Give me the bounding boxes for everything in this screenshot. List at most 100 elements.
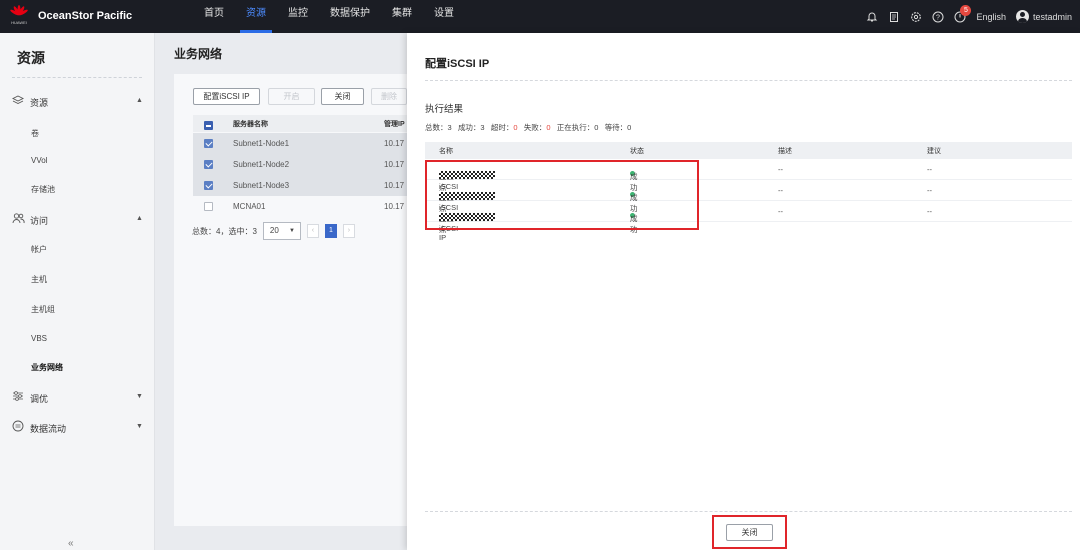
sidebar-group-tuning[interactable]: 调优 ▼: [0, 387, 155, 407]
summary-running: 正在执行：0: [556, 123, 599, 132]
summary-timeout-label: 超时：: [490, 123, 514, 132]
nav-settings[interactable]: 设置: [423, 0, 465, 33]
sidebar-group-data-flow[interactable]: 数据流动 ▼: [0, 417, 155, 437]
nav-monitor[interactable]: 监控: [277, 0, 319, 33]
result-description: --: [778, 186, 783, 195]
sidebar-item-volume[interactable]: 卷: [31, 128, 39, 139]
pagination: 总数：4，选中：3 20 ▼ ‹ 1 ›: [192, 222, 355, 240]
layers-icon: [11, 94, 25, 106]
dialog-footer-divider: [425, 511, 1072, 512]
prev-page-button[interactable]: ‹: [306, 224, 319, 238]
result-suggestion: --: [927, 207, 932, 216]
sidebar-item-host-group[interactable]: 主机组: [31, 304, 55, 315]
server-name: Subnet1-Node1: [233, 139, 290, 148]
gear-icon[interactable]: [910, 11, 922, 23]
summary-waiting: 等待：0: [604, 123, 632, 132]
column-description: 描述: [778, 148, 792, 155]
server-name: Subnet1-Node3: [233, 181, 290, 190]
page-size-value: 20: [269, 226, 279, 235]
management-ip: 10.17: [384, 181, 405, 190]
nav-resources[interactable]: 资源: [235, 0, 277, 33]
results-highlight-box: [425, 160, 699, 230]
page-number-button[interactable]: 1: [324, 224, 337, 238]
alarm-icon[interactable]: 5: [954, 4, 972, 23]
sidebar-title: 资源: [17, 50, 45, 66]
result-section-title: 执行结果: [425, 104, 464, 115]
chevron-down-icon: ▼: [136, 393, 143, 400]
nav-data-protection[interactable]: 数据保护: [319, 0, 381, 33]
top-right-tools: ? 5 English testadmin: [866, 0, 1072, 33]
delete-button: 删除: [371, 88, 407, 105]
sidebar-item-host[interactable]: 主机: [31, 274, 47, 285]
row-checkbox[interactable]: [204, 139, 213, 148]
sidebar-group-label: 访问: [30, 216, 49, 226]
server-table-header: 服务器名称 管理IP: [193, 115, 414, 132]
row-checkbox[interactable]: [204, 202, 213, 211]
table-row[interactable]: Subnet1-Node2 10.17: [193, 154, 414, 175]
sidebar-item-vbs[interactable]: VBS: [31, 334, 47, 343]
column-server-name: 服务器名称: [233, 121, 268, 128]
pager-summary: 总数：4，选中：3: [192, 226, 257, 236]
dialog-divider: [425, 80, 1072, 81]
sliders-icon: [12, 390, 24, 402]
sidebar-group-access[interactable]: 访问 ▲: [0, 209, 155, 229]
close-button[interactable]: 关闭: [726, 524, 773, 541]
sidebar-group-label: 资源: [30, 98, 49, 108]
nav-cluster[interactable]: 集群: [381, 0, 423, 33]
server-name: MCNA01: [233, 202, 266, 211]
table-row[interactable]: MCNA01 10.17: [193, 196, 414, 217]
avatar-icon: [1015, 10, 1029, 23]
column-suggestion: 建议: [927, 148, 941, 155]
summary-success: 成功：3: [457, 123, 485, 132]
logo-petals-icon: [10, 5, 28, 16]
page-size-select[interactable]: 20 ▼: [262, 222, 301, 240]
column-name: 名称: [439, 148, 453, 155]
management-ip: 10.17: [384, 160, 405, 169]
main-nav: 首页 资源 监控 数据保护 集群 设置: [193, 0, 465, 33]
summary-timeout-value: 0: [513, 123, 518, 132]
table-row[interactable]: Subnet1-Node1 10.17: [193, 133, 414, 154]
result-suggestion: --: [927, 186, 932, 195]
svg-text:?: ?: [936, 14, 940, 21]
collapse-sidebar-icon[interactable]: «: [68, 538, 74, 549]
config-iscsi-dialog: 配置iSCSI IP 执行结果 总数：3 成功：3 超时：0 失败：0 正在执行…: [407, 33, 1080, 550]
bell-icon[interactable]: [866, 11, 878, 23]
product-name: OceanStor Pacific: [38, 10, 133, 22]
user-menu[interactable]: testadmin: [1015, 10, 1072, 23]
sidebar-item-vvol[interactable]: VVol: [31, 156, 47, 165]
help-icon[interactable]: ?: [932, 11, 944, 23]
sidebar-item-storage-pool[interactable]: 存储池: [31, 184, 55, 195]
username: testadmin: [1032, 11, 1072, 22]
row-checkbox[interactable]: [204, 181, 213, 190]
chevron-down-icon: ▼: [288, 228, 295, 234]
row-checkbox[interactable]: [204, 160, 213, 169]
sidebar: 资源 资源 ▲ 卷 VVol 存储池 访问 ▲ 帐户 主机 主机组 VBS 业务…: [0, 33, 155, 550]
sidebar-item-account[interactable]: 帐户: [31, 244, 47, 255]
sidebar-divider: [12, 77, 142, 78]
chevron-up-icon: ▲: [136, 215, 143, 222]
sidebar-item-service-network[interactable]: 业务网络: [31, 362, 63, 373]
language-switch[interactable]: English: [976, 12, 1006, 22]
dialog-title: 配置iSCSI IP: [425, 58, 490, 70]
sidebar-group-label: 调优: [30, 394, 49, 404]
nav-home[interactable]: 首页: [193, 0, 235, 33]
result-description: --: [778, 207, 783, 216]
management-ip: 10.17: [384, 202, 405, 211]
result-table-header: 名称 状态 描述 建议: [425, 142, 1072, 159]
summary-failed-label: 失败：: [523, 123, 547, 132]
summary-failed-value: 0: [546, 123, 551, 132]
logo-text: HUAWEI: [11, 20, 27, 25]
select-all-checkbox[interactable]: [204, 121, 213, 130]
data-flow-icon: [12, 420, 24, 432]
sidebar-group-resources[interactable]: 资源 ▲: [0, 91, 155, 111]
close-service-button[interactable]: 关闭: [321, 88, 364, 105]
next-page-button[interactable]: ›: [342, 224, 355, 238]
users-icon: [12, 212, 25, 224]
config-iscsi-ip-button[interactable]: 配置iSCSI IP: [193, 88, 260, 105]
chevron-down-icon: ▼: [136, 423, 143, 430]
table-row[interactable]: Subnet1-Node3 10.17: [193, 175, 414, 196]
document-icon[interactable]: [888, 11, 900, 23]
page-title: 业务网络: [174, 47, 223, 61]
result-suggestion: --: [927, 165, 932, 174]
result-summary: 总数：3 成功：3 超时：0 失败：0 正在执行：0 等待：0: [425, 122, 631, 133]
